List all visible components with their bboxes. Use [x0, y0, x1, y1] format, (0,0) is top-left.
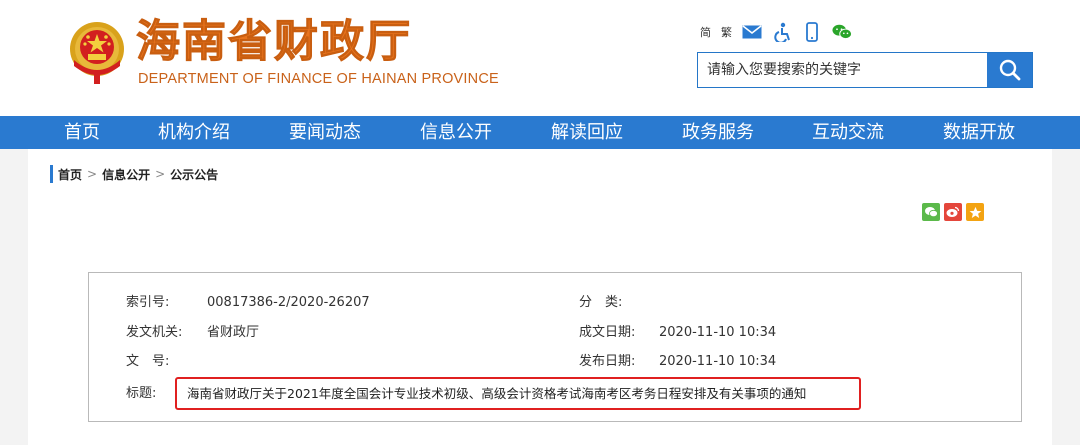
search-box	[697, 52, 1033, 88]
share-bar	[922, 203, 984, 221]
nav-item-disclosure[interactable]: 信息公开	[420, 116, 492, 149]
wechat-icon[interactable]	[832, 22, 852, 42]
document-title[interactable]: 海南省财政厅关于2021年度全国会计专业技术初级、高级会计资格考试海南考区考务日…	[187, 386, 806, 402]
breadcrumb-announcements[interactable]: 公示公告	[170, 166, 218, 183]
simplified-chinese-link[interactable]: 简	[700, 24, 711, 40]
site-subtitle: DEPARTMENT OF FINANCE OF HAINAN PROVINCE	[138, 71, 499, 87]
breadcrumb-separator: >	[155, 167, 166, 181]
issuer-label: 发文机关:	[126, 325, 183, 340]
issuer-value: 省财政厅	[207, 325, 260, 340]
search-button[interactable]	[987, 53, 1032, 87]
index-label: 索引号:	[126, 295, 170, 310]
nav-item-interaction[interactable]: 互动交流	[812, 116, 884, 149]
published-date-value: 2020-11-10 10:34	[659, 354, 777, 369]
content-panel: 首页 > 信息公开 > 公示公告 索引号: 00817386-2/2020-26…	[28, 149, 1052, 445]
document-info-box: 索引号: 00817386-2/2020-26207 分 类: 发文机关: 省财…	[88, 272, 1022, 422]
breadcrumb-separator: >	[87, 167, 98, 181]
wechat-share-icon[interactable]	[922, 203, 940, 221]
accessibility-icon[interactable]	[772, 22, 792, 42]
favorite-star-icon[interactable]	[966, 203, 984, 221]
nav-item-home[interactable]: 首页	[64, 116, 100, 149]
nav-item-services[interactable]: 政务服务	[682, 116, 754, 149]
nav-item-news[interactable]: 要闻动态	[289, 116, 361, 149]
search-input[interactable]	[698, 53, 988, 87]
created-date-label: 成文日期:	[579, 325, 636, 340]
traditional-chinese-link[interactable]: 繁	[721, 24, 732, 40]
mobile-icon[interactable]	[802, 22, 822, 42]
nav-item-open-data[interactable]: 数据开放	[943, 116, 1015, 149]
breadcrumb-disclosure[interactable]: 信息公开	[102, 166, 150, 183]
main-nav: 首页 机构介绍 要闻动态 信息公开 解读回应 政务服务 互动交流 数据开放	[0, 116, 1080, 149]
site-title: 海南省财政厅	[136, 16, 412, 68]
national-emblem-icon[interactable]	[66, 20, 128, 86]
header-tools: 简 繁	[700, 22, 852, 42]
document-number-label: 文 号:	[126, 354, 170, 369]
nav-item-interpretation[interactable]: 解读回应	[551, 116, 623, 149]
created-date-value: 2020-11-10 10:34	[659, 325, 777, 340]
category-label: 分 类:	[579, 295, 623, 310]
index-value: 00817386-2/2020-26207	[207, 295, 370, 310]
published-date-label: 发布日期:	[579, 354, 636, 369]
weibo-share-icon[interactable]	[944, 203, 962, 221]
site-header: 海南省财政厅 DEPARTMENT OF FINANCE OF HAINAN P…	[0, 0, 1080, 116]
mail-icon[interactable]	[742, 22, 762, 42]
breadcrumb-home[interactable]: 首页	[58, 166, 82, 183]
breadcrumb: 首页 > 信息公开 > 公示公告	[50, 165, 218, 183]
nav-item-organization[interactable]: 机构介绍	[158, 116, 230, 149]
search-icon	[999, 59, 1020, 81]
title-label: 标题:	[126, 386, 157, 401]
